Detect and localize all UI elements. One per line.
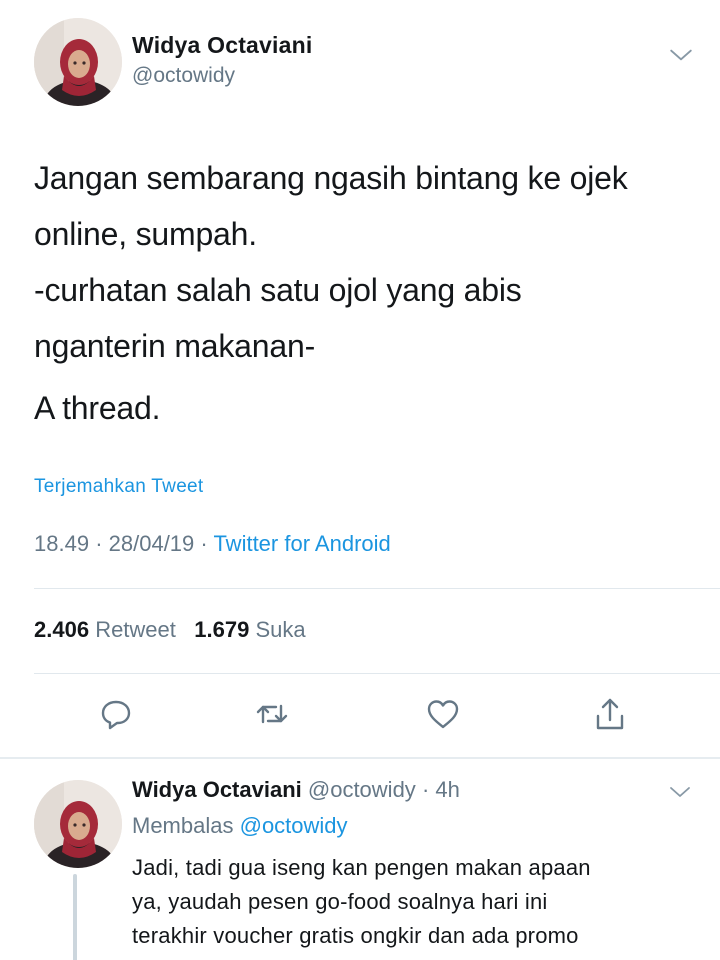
like-count: 1.679 [194,617,250,642]
retweet-stat[interactable]: 2.406 Retweet [34,617,176,642]
main-tweet-header: Widya Octaviani @octowidy [34,18,694,108]
reply-tweet-text: Jadi, tadi gua iseng kan pengen makan ap… [132,851,712,953]
retweet-count: 2.406 [34,617,90,642]
translate-tweet-link[interactable]: Terjemahkan Tweet [34,476,204,498]
reply-author-name[interactable]: Widya Octaviani [132,777,302,802]
tweet-source-link[interactable]: Twitter for Android [213,531,390,556]
avatar[interactable] [34,18,122,106]
retweet-stat-label: Retweet [95,617,176,642]
retweet-icon [256,704,288,724]
thread-line [73,874,77,960]
tweet-time: 18.49 [34,531,90,556]
chevron-down-icon[interactable] [668,780,692,804]
reply-text-line: terakhir voucher gratis ongkir dan ada p… [132,923,579,948]
like-stat-label: Suka [255,617,306,642]
retweet-button[interactable] [252,694,292,734]
share-button[interactable] [590,694,630,734]
tweet-stats: 2.406 Retweet 1.679 Suka [34,617,306,643]
reply-icon [101,700,131,730]
tweet-detail-page: Widya Octaviani @octowidy Jangan sembara… [0,0,720,960]
divider [34,588,720,589]
replying-to: Membalas @octowidy [132,813,348,839]
author-name[interactable]: Widya Octaviani [132,32,312,59]
tweet-text-line: online, sumpah. [34,216,257,252]
tweet-text-line: Jangan sembarang ngasih bintang ke ojek [34,160,628,196]
replying-prefix: Membalas [132,813,234,838]
tweet-meta: 18.49 · 28/04/19 · Twitter for Android [34,531,391,557]
meta-separator: · [421,777,430,802]
author-handle[interactable]: @octowidy [132,64,235,88]
chevron-down-icon[interactable] [668,42,694,68]
tweet-text-line: -curhatan salah satu ojol yang abis [34,272,522,308]
tweet-text: Jangan sembarang ngasih bintang ke ojek … [34,150,704,436]
tweet-text-line: nganterin makanan- [34,328,316,364]
like-button[interactable] [423,694,463,734]
tweet-actions [96,694,636,734]
avatar-image [34,780,122,868]
tweet-date: 28/04/19 [108,531,195,556]
reply-author-handle[interactable]: @octowidy [308,777,416,802]
heart-icon [427,700,459,729]
share-icon [596,698,624,730]
reply-age: 4h [435,777,460,802]
reply-text-line: ya, yaudah pesen go-food soalnya hari in… [132,889,548,914]
reply-avatar[interactable] [34,780,122,868]
avatar-image [34,18,122,106]
reply-text-line: Jadi, tadi gua iseng kan pengen makan ap… [132,855,591,880]
meta-separator: · [95,531,109,556]
meta-separator: · [200,531,214,556]
replying-mention-link[interactable]: @octowidy [240,813,348,838]
reply-header: Widya Octaviani @octowidy · 4h [132,777,460,803]
divider [34,673,720,674]
reply-button[interactable] [96,694,136,734]
like-stat[interactable]: 1.679 Suka [194,617,305,642]
section-divider [0,757,720,759]
tweet-text-line: A thread. [34,390,161,426]
